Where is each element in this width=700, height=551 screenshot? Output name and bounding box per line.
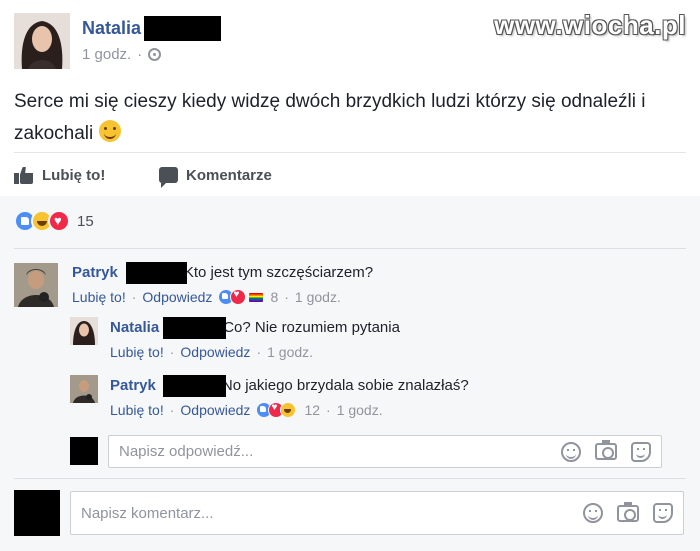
reply-like-link[interactable]: Lubię to! bbox=[110, 344, 164, 360]
reply-reaction-count: 12 bbox=[304, 402, 321, 418]
comment-time[interactable]: 1 godz. bbox=[295, 289, 341, 305]
comment-icon bbox=[159, 167, 178, 188]
separator: · bbox=[131, 289, 137, 305]
comment-actions: Lubię to! · Odpowiedz 8 · 1 godz. bbox=[72, 289, 341, 305]
emoji-icon[interactable] bbox=[561, 441, 581, 462]
comment-text: Kto jest tym szczęściarzem? bbox=[183, 264, 374, 281]
redacted-avatar bbox=[70, 437, 98, 465]
post-time[interactable]: 1 godz. bbox=[82, 46, 131, 63]
redacted-surname bbox=[163, 375, 226, 397]
post-reactions[interactable]: 15 bbox=[14, 210, 94, 232]
smile-emoji-icon bbox=[98, 120, 121, 142]
post-author-avatar[interactable] bbox=[14, 13, 70, 69]
camera-icon[interactable] bbox=[617, 501, 639, 522]
pride-reaction-icon bbox=[248, 291, 265, 303]
replier-avatar[interactable] bbox=[70, 375, 98, 403]
reply-reply-link[interactable]: Odpowiedz bbox=[180, 402, 250, 418]
reply-author[interactable]: Natalia bbox=[110, 319, 159, 336]
reply-line: Natalia Co? Nie rozumiem pytania bbox=[110, 319, 400, 336]
reply-time[interactable]: 1 godz. bbox=[337, 402, 383, 418]
reply-input[interactable] bbox=[119, 443, 561, 460]
divider bbox=[14, 478, 686, 479]
camera-icon[interactable] bbox=[595, 440, 617, 460]
post-body: Serce mi się cieszy kiedy widzę dwóch br… bbox=[14, 86, 684, 150]
redacted-avatar bbox=[14, 490, 60, 536]
emoji-icon[interactable] bbox=[583, 503, 603, 523]
redacted-surname bbox=[126, 262, 187, 284]
divider bbox=[14, 152, 686, 153]
separator: · bbox=[169, 402, 175, 418]
comment-button[interactable]: Komentarze bbox=[159, 166, 272, 188]
like-button[interactable]: Lubię to! bbox=[14, 166, 159, 184]
reply-reactions[interactable] bbox=[256, 402, 297, 418]
comment-reaction-count: 8 bbox=[270, 289, 279, 305]
separator: · bbox=[256, 344, 262, 360]
reply-input-icons bbox=[561, 440, 651, 462]
post-meta: 1 godz. · bbox=[82, 46, 162, 63]
reply-reply-link[interactable]: Odpowiedz bbox=[180, 344, 250, 360]
comment-box bbox=[70, 491, 684, 535]
comment-author[interactable]: Patryk bbox=[72, 264, 118, 281]
redacted-surname bbox=[144, 16, 221, 41]
reply-actions: Lubię to! · Odpowiedz · 1 godz. bbox=[110, 344, 313, 360]
comment-reactions[interactable] bbox=[218, 289, 265, 305]
separator: · bbox=[137, 46, 143, 63]
like-icon bbox=[14, 166, 34, 184]
comment-like-link[interactable]: Lubię to! bbox=[72, 289, 126, 305]
like-label: Lubię to! bbox=[42, 166, 106, 184]
comment-label: Komentarze bbox=[186, 166, 272, 184]
love-reaction-icon bbox=[48, 210, 70, 232]
reply-text: No jakiego brzydala sobie znalazłaś? bbox=[221, 377, 469, 394]
haha-reaction-icon bbox=[280, 402, 297, 418]
sticker-icon[interactable] bbox=[653, 503, 673, 523]
watermark: www.wiocha.pl bbox=[494, 10, 686, 40]
replier-avatar[interactable] bbox=[70, 317, 98, 345]
reply-actions: Lubię to! · Odpowiedz 12 · 1 godz. bbox=[110, 402, 383, 418]
comment-line: Patryk Kto jest tym szczęściarzem? bbox=[72, 264, 373, 281]
reaction-count: 15 bbox=[77, 212, 94, 230]
reply-box bbox=[108, 435, 662, 468]
divider bbox=[14, 248, 686, 249]
comment-input[interactable] bbox=[81, 504, 583, 522]
sticker-icon[interactable] bbox=[631, 441, 651, 462]
comment-input-icons bbox=[583, 501, 673, 523]
separator: · bbox=[284, 289, 289, 305]
post-action-bar: Lubię to! Komentarze bbox=[14, 160, 272, 190]
commenter-avatar[interactable] bbox=[14, 263, 58, 307]
comment-reply-link[interactable]: Odpowiedz bbox=[142, 289, 212, 305]
reply-text: Co? Nie rozumiem pytania bbox=[223, 319, 400, 336]
globe-icon bbox=[148, 48, 162, 61]
separator: · bbox=[169, 344, 175, 360]
redacted-surname bbox=[163, 317, 226, 339]
post-author-name[interactable]: Natalia bbox=[82, 18, 141, 39]
love-reaction-icon bbox=[230, 289, 247, 305]
separator: · bbox=[326, 402, 331, 418]
reply-time[interactable]: 1 godz. bbox=[267, 344, 313, 360]
reply-author[interactable]: Patryk bbox=[110, 377, 156, 394]
reply-like-link[interactable]: Lubię to! bbox=[110, 402, 164, 418]
